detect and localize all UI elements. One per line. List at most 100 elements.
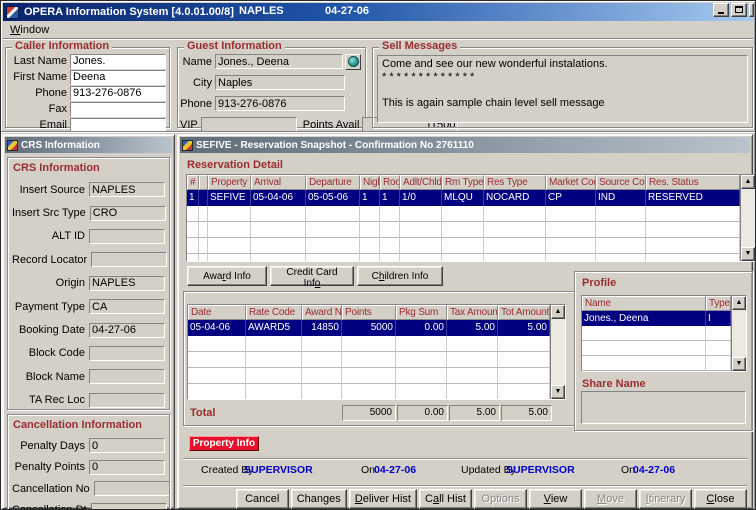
reservation-row-selected[interactable]: 1 SEFIVE 05-04-06 05-05-06 1 1 1/0 MLQU … [187, 190, 740, 206]
caller-phone-input[interactable] [70, 86, 166, 101]
snapshot-window-content: Reservation Detail # Property Arrival De… [180, 155, 750, 506]
maximize-button[interactable] [731, 3, 747, 17]
tab-award-info[interactable]: Award Info [187, 266, 267, 286]
guest-city-field[interactable] [215, 75, 345, 90]
booking-date-label: Booking Date [12, 324, 85, 336]
updated-by-value: SUPERVISOR [506, 464, 575, 476]
award-table: Date Rate Code Award No Points Pkg Sum T… [187, 304, 566, 400]
menu-window[interactable]: Window [3, 23, 56, 37]
vip-field[interactable] [201, 117, 297, 132]
col-departure: Departure [306, 175, 360, 190]
sell-message-line: Come and see our new wonderful instalati… [382, 58, 743, 71]
last-name-input[interactable] [70, 54, 166, 69]
cancel-button[interactable]: Cancel [236, 489, 289, 509]
updated-on-value: 04-27-06 [633, 464, 675, 476]
crs-fields-box: CRS Information Insert Source Insert Src… [7, 157, 170, 410]
deliver-hist-button[interactable]: Deliver Hist [349, 489, 417, 509]
insert-source-field[interactable] [89, 182, 165, 197]
reservation-table-header: # Property Arrival Departure Night Roon … [187, 175, 740, 190]
action-button-bar: Cancel Changes Deliver Hist Call Hist Op… [180, 489, 747, 510]
col-adlt-chld: Adlt/Chld [400, 175, 442, 190]
reservation-table: # Property Arrival Departure Night Roon … [186, 174, 756, 262]
col-tax-amount: Tax Amount [447, 305, 498, 320]
record-locator-field[interactable] [91, 252, 167, 267]
scroll-down-button[interactable]: ▼ [741, 247, 755, 261]
guest-name-label: Name [180, 56, 212, 68]
col-source-code: Source Code [596, 175, 646, 190]
award-table-scrollbar[interactable]: ▲ ▼ [550, 305, 565, 399]
col-res-status: Res. Status [646, 175, 740, 190]
created-on-value: 04-27-06 [374, 464, 416, 476]
profile-table-scrollbar[interactable]: ▲ ▼ [731, 296, 746, 371]
tab-credit-card-info[interactable]: Credit Card Info [270, 266, 354, 286]
scroll-up-button[interactable]: ▲ [732, 296, 746, 310]
window-title: OPERA Information System [4.0.01.00/8] [24, 6, 234, 18]
block-name-field[interactable] [89, 369, 165, 384]
ta-rec-loc-field[interactable] [89, 393, 165, 408]
move-button: Move [584, 489, 637, 509]
profile-lookup-button[interactable] [345, 54, 361, 70]
first-name-label: First Name [9, 71, 67, 83]
cancellation-dt-field[interactable] [91, 503, 167, 510]
scroll-up-button[interactable]: ▲ [551, 305, 565, 319]
close-button[interactable]: Close [694, 489, 747, 509]
empty-row [582, 341, 731, 356]
sell-message-line: * * * * * * * * * * * * * [382, 71, 743, 84]
alt-id-field[interactable] [89, 229, 165, 244]
changes-button[interactable]: Changes [291, 489, 347, 509]
maximize-icon [735, 6, 743, 13]
award-row-selected[interactable]: 05-04-06 AWARD5 14850 5000 0.00 5.00 5.0… [188, 320, 550, 336]
sell-message-line: This is again sample chain level sell me… [382, 97, 743, 110]
property-badge: NAPLES [239, 5, 284, 17]
total-pkg-sum-field: 0.00 [397, 405, 448, 421]
crs-window-titlebar[interactable]: CRS Information [5, 137, 172, 153]
close-button[interactable] [749, 3, 754, 17]
caller-information-title: Caller Information [12, 40, 112, 52]
cancellation-no-field[interactable] [94, 481, 170, 496]
total-tax-amount-field: 5.00 [449, 405, 500, 421]
guest-phone-field[interactable] [215, 96, 345, 111]
snapshot-window-titlebar[interactable]: SEFIVE - Reservation Snapshot - Confirma… [180, 137, 750, 153]
penalty-points-label: Penalty Points [12, 461, 85, 473]
col-property: Property [208, 175, 251, 190]
fax-input[interactable] [70, 102, 166, 117]
minimize-icon [718, 12, 724, 14]
tab-children-info[interactable]: Children Info [357, 266, 443, 286]
ta-rec-loc-label: TA Rec Loc [12, 394, 85, 406]
empty-row [187, 222, 740, 238]
snapshot-window-title: SEFIVE - Reservation Snapshot - Confirma… [196, 140, 474, 151]
col-award-no: Award No [302, 305, 342, 320]
penalty-points-field[interactable] [89, 460, 165, 475]
globe-icon [348, 56, 359, 67]
col-res-type: Res Type [484, 175, 546, 190]
col-pkg-sum: Pkg Sum [396, 305, 447, 320]
call-hist-button[interactable]: Call Hist [419, 489, 472, 509]
scroll-down-button[interactable]: ▼ [551, 385, 565, 399]
last-name-label: Last Name [9, 55, 67, 67]
guest-phone-label: Phone [180, 98, 212, 110]
caller-information-group: Caller Information Last Name First Name … [5, 47, 170, 128]
payment-type-field[interactable] [89, 299, 165, 314]
property-info-button[interactable]: Property Info [189, 436, 259, 451]
booking-date-field[interactable] [89, 323, 165, 338]
penalty-days-field[interactable] [89, 438, 165, 453]
empty-row [582, 326, 731, 341]
view-button[interactable]: View [529, 489, 582, 509]
share-name-field[interactable] [581, 391, 746, 424]
profile-row-selected[interactable]: Jones., Deena I [582, 311, 731, 326]
block-code-field[interactable] [89, 346, 165, 361]
reservation-table-scrollbar[interactable]: ▲ ▼ [740, 175, 755, 261]
reservation-table-body: # Property Arrival Departure Night Roon … [187, 175, 740, 261]
origin-field[interactable] [89, 276, 165, 291]
col-type: Type [706, 296, 731, 311]
minimize-button[interactable] [713, 3, 729, 17]
app-icon [6, 6, 19, 19]
first-name-input[interactable] [70, 70, 166, 85]
empty-row [188, 368, 550, 384]
insert-src-type-field[interactable] [90, 206, 166, 221]
scroll-down-button[interactable]: ▼ [732, 357, 746, 371]
guest-name-field[interactable] [215, 54, 343, 69]
scroll-up-button[interactable]: ▲ [741, 175, 755, 189]
profile-table-header: Name Type [582, 296, 731, 311]
sell-messages-box: Come and see our new wonderful instalati… [377, 55, 748, 123]
